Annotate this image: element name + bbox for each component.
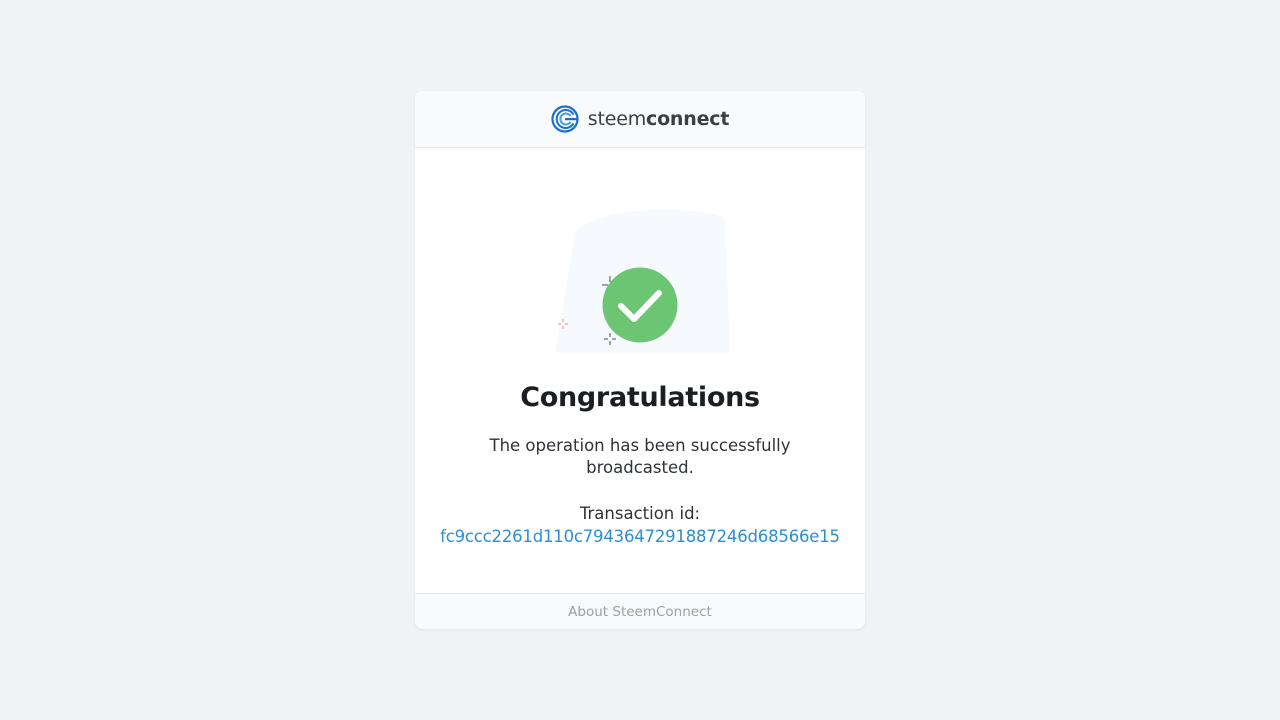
card-footer: About SteemConnect xyxy=(415,593,865,629)
page-title: Congratulations xyxy=(520,382,760,413)
transaction-label: Transaction id: xyxy=(579,504,701,523)
card-header: steemconnect xyxy=(415,91,865,148)
about-link[interactable]: About SteemConnect xyxy=(568,604,712,620)
brand-name-light: steem xyxy=(587,108,647,130)
success-card: steemconnect Congratulations The operati… xyxy=(415,91,865,629)
success-illustration xyxy=(555,209,730,353)
card-body: Congratulations The operation has been s… xyxy=(415,148,865,593)
brand: steemconnect xyxy=(551,105,729,133)
check-circle-icon xyxy=(602,267,678,343)
steemconnect-logo-icon xyxy=(551,105,579,133)
brand-name-bold: connect xyxy=(646,108,730,130)
transaction-id-link[interactable]: fc9ccc2261d110c7943647291887246d68566e15 xyxy=(415,526,865,548)
brand-name: steemconnect xyxy=(587,108,730,130)
success-message: The operation has been successfully broa… xyxy=(489,436,791,477)
